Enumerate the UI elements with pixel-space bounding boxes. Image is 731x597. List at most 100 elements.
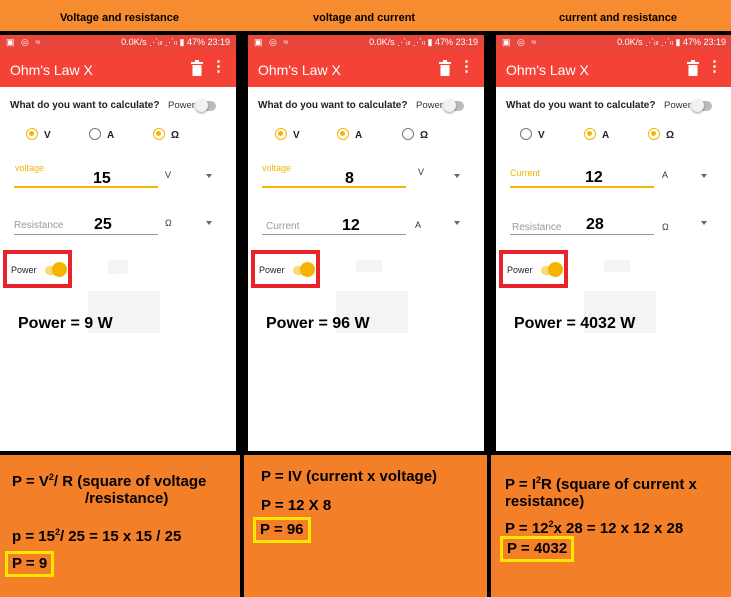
field1-label: voltage: [262, 163, 292, 173]
field2-input[interactable]: 12: [342, 217, 360, 235]
formula-line-1: P = IV (current x voltage): [261, 468, 438, 485]
power-toggle-highlight: Power: [251, 250, 320, 288]
power-mode-switch[interactable]: [443, 99, 464, 112]
phone-screen-2: ▣ ◎ ≈ 0.0K/s ⋰ᵢₗₗ ⋰ₗₗ ▮ 47% 23:19 Ohm's …: [248, 35, 484, 451]
power-switch-label: Power: [416, 100, 443, 111]
status-icons: ▣ ◎ ≈: [502, 37, 539, 47]
calc-question: What do you want to calculate?: [258, 100, 408, 111]
field2-underline: [14, 234, 158, 235]
power-toggle-knob[interactable]: [548, 262, 563, 277]
app-title: Ohm's Law X: [10, 62, 93, 78]
status-icons: ▣ ◎ ≈: [254, 37, 291, 47]
header-voltage-resistance: Voltage and resistance: [60, 12, 180, 24]
chevron-down-icon[interactable]: [454, 174, 460, 178]
radio-current-label: A: [107, 130, 115, 141]
field1-underline: [14, 186, 158, 188]
phone-screen-3: ▣ ◎ ≈ 0.0K/s ⋰ᵢₗₗ ⋰ₗₗ ▮ 47% 23:19 Ohm's …: [496, 35, 731, 451]
more-options-icon[interactable]: ⋮: [459, 59, 474, 75]
field1-unit[interactable]: V: [418, 167, 424, 177]
trash-icon[interactable]: [686, 60, 700, 76]
calc-question: What do you want to calculate?: [10, 100, 160, 111]
formula-panel-2: P = IV (current x voltage) P = 12 X 8 P …: [244, 455, 487, 597]
radio-resistance[interactable]: [648, 128, 660, 140]
trash-icon[interactable]: [438, 60, 452, 76]
radio-voltage-label: V: [44, 130, 51, 141]
formula-line-2: P = 12 X 8: [261, 497, 332, 514]
field1-label: Current: [510, 168, 541, 178]
power-mode-switch[interactable]: [691, 99, 712, 112]
field1-label: voltage: [15, 163, 45, 173]
radio-current[interactable]: [584, 128, 596, 140]
power-toggle-highlight: Power: [499, 250, 568, 288]
formula-line-3: p = 152/ 25 = 15 x 15 / 25: [12, 527, 182, 545]
power-toggle-label: Power: [507, 265, 533, 275]
chevron-down-icon[interactable]: [454, 221, 460, 225]
chevron-down-icon[interactable]: [701, 174, 707, 178]
app-bar: Ohm's Law X ⋮: [0, 51, 236, 87]
header-voltage-current: voltage and current: [313, 12, 416, 24]
field2-unit[interactable]: Ω: [165, 218, 172, 228]
radio-resistance[interactable]: [402, 128, 414, 140]
trash-icon[interactable]: [190, 60, 204, 76]
formula-line-2: resistance): [505, 493, 585, 510]
radio-resistance[interactable]: [153, 128, 165, 140]
power-toggle-label: Power: [11, 265, 37, 275]
formula-line-1: P = I2R (square of current x: [505, 475, 697, 493]
app-bar: Ohm's Law X ⋮: [248, 51, 484, 87]
field1-unit[interactable]: V: [165, 170, 171, 180]
app-title: Ohm's Law X: [506, 62, 589, 78]
screen-artifact: [356, 260, 382, 272]
formula-line-3: P = 122x 28 = 12 x 12 x 28: [505, 519, 684, 537]
power-switch-label: Power: [168, 100, 195, 111]
radio-resistance-label: Ω: [171, 130, 180, 141]
status-bar: ▣ ◎ ≈ 0.0K/s ⋰ᵢₗₗ ⋰ₗₗ ▮ 47% 23:19: [496, 35, 731, 51]
phone-screen-1: ▣ ◎ ≈ 0.0K/s ⋰ᵢₗₗ ⋰ₗₗ ▮ 47% 23:19 Ohm's …: [0, 35, 236, 451]
field1-underline: [510, 186, 654, 188]
radio-voltage-label: V: [293, 130, 300, 141]
power-switch-label: Power: [664, 100, 691, 111]
field2-input[interactable]: 25: [94, 216, 112, 234]
power-toggle-knob[interactable]: [300, 262, 315, 277]
radio-voltage[interactable]: [520, 128, 532, 140]
more-options-icon[interactable]: ⋮: [211, 59, 226, 75]
radio-current-label: A: [355, 130, 363, 141]
field1-input[interactable]: 12: [585, 169, 603, 187]
status-bar: ▣ ◎ ≈ 0.0K/s ⋰ᵢₗₗ ⋰ₗₗ ▮ 47% 23:19: [0, 35, 236, 51]
power-mode-switch[interactable]: [195, 99, 216, 112]
formula-answer: P = 9: [5, 551, 55, 577]
status-info: 0.0K/s ⋰ᵢₗₗ ⋰ₗₗ ▮ 47% 23:19: [617, 37, 726, 47]
header-bar: Voltage and resistance voltage and curre…: [0, 0, 731, 34]
result-text: Power = 4032 W: [514, 315, 636, 332]
field2-label: Resistance: [512, 222, 562, 233]
formula-line-2: /resistance): [85, 490, 169, 507]
field2-input[interactable]: 28: [586, 216, 604, 234]
screen-artifact: [108, 260, 128, 274]
field1-unit[interactable]: A: [662, 170, 668, 180]
formula-panel-1: P = V2/ R (square of voltage /resistance…: [0, 455, 240, 597]
calc-question: What do you want to calculate?: [506, 100, 656, 111]
app-bar: Ohm's Law X ⋮: [496, 51, 731, 87]
app-title: Ohm's Law X: [258, 62, 341, 78]
radio-current-label: A: [602, 130, 610, 141]
radio-voltage-label: V: [538, 130, 545, 141]
field2-unit[interactable]: Ω: [662, 222, 669, 232]
power-toggle-highlight: Power: [3, 250, 72, 288]
formula-answer: P = 96: [253, 517, 311, 543]
radio-current[interactable]: [89, 128, 101, 140]
result-text: Power = 9 W: [18, 315, 113, 332]
chevron-down-icon[interactable]: [206, 174, 212, 178]
field2-unit[interactable]: A: [415, 220, 421, 230]
formula-answer: P = 4032: [500, 536, 575, 562]
more-options-icon[interactable]: ⋮: [707, 59, 722, 75]
field2-underline: [510, 234, 654, 235]
status-icons: ▣ ◎ ≈: [6, 37, 43, 47]
radio-voltage[interactable]: [26, 128, 38, 140]
formula-panel-3: P = I2R (square of current x resistance)…: [491, 455, 731, 597]
radio-current[interactable]: [337, 128, 349, 140]
power-toggle-knob[interactable]: [52, 262, 67, 277]
field2-underline: [262, 234, 406, 235]
radio-voltage[interactable]: [275, 128, 287, 140]
chevron-down-icon[interactable]: [701, 221, 707, 225]
chevron-down-icon[interactable]: [206, 221, 212, 225]
power-toggle-label: Power: [259, 265, 285, 275]
